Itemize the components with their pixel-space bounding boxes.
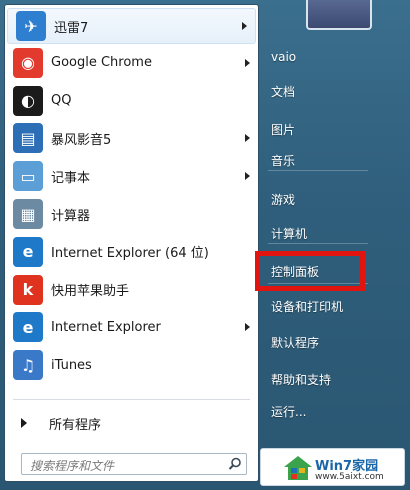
submenu-arrow-icon[interactable] [245,134,250,143]
notepad-icon: ▭ [13,161,43,192]
submenu-arrow-icon[interactable] [245,172,250,181]
program-item[interactable]: ◐ QQ [5,82,258,120]
baofeng-film-icon: ▤ [13,123,43,154]
search-input[interactable]: 搜索程序和文件 [21,453,247,475]
program-list: ✈ 迅雷7 ◉ Google Chrome ◐ QQ ▤ 暴风影音5 ▭ 记事本 ▦ 计算器 e Inte… [5,8,258,384]
program-item[interactable]: ✈ 迅雷7 [7,8,256,44]
menu-item-pictures[interactable]: 图片 [262,117,410,143]
program-item[interactable]: ▭ 记事本 [5,157,258,195]
submenu-arrow-icon[interactable] [245,58,250,67]
chrome-icon: ◉ [13,47,43,78]
program-item[interactable]: e Internet Explorer (64 位) [5,233,258,271]
programs-pane: ✈ 迅雷7 ◉ Google Chrome ◐ QQ ▤ 暴风影音5 ▭ 记事本 ▦ 计算器 e Inte… [4,4,259,482]
watermark-logo: Win7家园 www.5aixt.com [260,448,405,486]
internet-explorer-icon: e [13,236,43,267]
watermark-url: www.5aixt.com [315,472,384,482]
menu-item-default-programs[interactable]: 默认程序 [262,330,410,356]
search-icon[interactable] [228,457,242,471]
program-label: 记事本 [51,170,91,186]
kuaiyong-icon: k [13,274,43,305]
program-label: 暴风影音5 [51,132,112,148]
program-label: QQ [51,93,72,109]
all-programs-label: 所有程序 [49,417,102,433]
submenu-arrow-icon[interactable] [245,323,250,332]
divider [13,399,250,400]
program-label: 迅雷7 [54,20,89,36]
menu-item-games[interactable]: 游戏 [262,187,410,213]
menu-item-user[interactable]: vaio [262,44,410,70]
program-item[interactable]: k 快用苹果助手 [5,271,258,309]
program-label: Internet Explorer [51,319,161,335]
program-label: Google Chrome [51,55,152,71]
all-programs-button[interactable]: 所有程序 [13,408,243,438]
program-item[interactable]: e Internet Explorer [5,309,258,347]
xunlei-bird-icon: ✈ [16,11,46,41]
program-item[interactable]: ▤ 暴风影音5 [5,120,258,158]
itunes-icon: ♫ [13,350,43,381]
menu-item-help-support[interactable]: 帮助和支持 [262,367,410,393]
search-placeholder: 搜索程序和文件 [30,459,115,473]
menu-item-documents[interactable]: 文档 [262,79,410,105]
program-label: iTunes [51,357,92,373]
program-item[interactable]: ♫ iTunes [5,346,258,384]
highlight-box [255,251,365,291]
submenu-arrow-icon[interactable] [242,22,247,30]
program-item[interactable]: ▦ 计算器 [5,195,258,233]
expand-arrow-icon [21,418,27,428]
menu-item-devices-printers[interactable]: 设备和打印机 [262,294,410,320]
menu-divider [268,243,368,244]
house-icon [284,456,312,480]
internet-explorer-icon: e [13,312,43,343]
program-label: 计算器 [51,208,91,224]
menu-divider [268,170,368,171]
user-avatar[interactable] [306,0,372,30]
program-label: Internet Explorer (64 位) [51,246,209,262]
start-menu: ✈ 迅雷7 ◉ Google Chrome ◐ QQ ▤ 暴风影音5 ▭ 记事本 ▦ 计算器 e Inte… [0,0,410,490]
places-pane: vaio 文档 图片 音乐 游戏 计算机 控制面板 设备和打印机 默认程序 帮助和支持 运行... [262,0,410,490]
program-label: 快用苹果助手 [51,284,130,300]
program-item[interactable]: ◉ Google Chrome [5,44,258,82]
menu-item-run[interactable]: 运行... [262,399,410,425]
qq-penguin-icon: ◐ [13,85,43,116]
calculator-icon: ▦ [13,199,43,230]
